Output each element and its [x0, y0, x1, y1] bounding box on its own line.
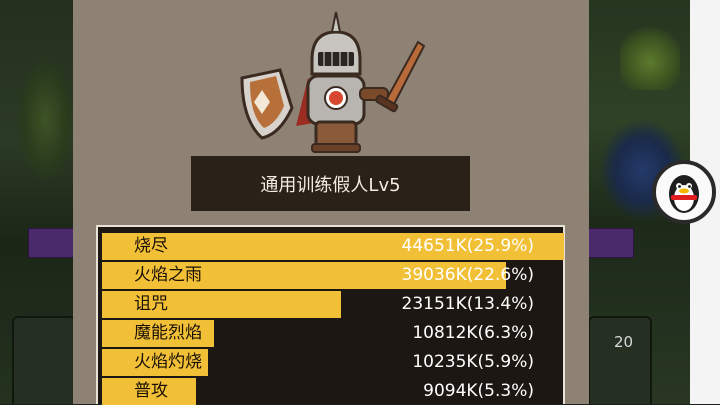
damage-row: 火焰灼烧 10235K(5.9%)	[102, 349, 564, 376]
penguin-avatar-icon[interactable]	[652, 160, 716, 224]
dummy-name-banner: 通用训练假人Lv5	[191, 156, 470, 211]
background-card-left	[12, 316, 76, 404]
damage-value: 44651K(25.9%)	[401, 236, 535, 256]
damage-row: 诅咒 23151K(13.4%)	[102, 291, 564, 318]
background-card-level: 20	[614, 333, 634, 351]
damage-row: 普攻 9094K(5.3%)	[102, 378, 564, 405]
damage-value: 10812K(6.3%)	[412, 323, 534, 343]
background-health-bar-right	[588, 228, 634, 258]
background-foliage-left	[18, 60, 73, 180]
damage-value: 10235K(5.9%)	[412, 352, 534, 372]
damage-value: 39036K(22.6%)	[401, 265, 535, 285]
damage-value: 23151K(13.4%)	[401, 294, 535, 314]
damage-breakdown-list: 烧尽 44651K(25.9%) 火焰之雨 39036K(22.6%) 诅咒 2…	[96, 225, 565, 405]
training-dummy-knight-icon	[236, 8, 436, 158]
damage-row: 烧尽 44651K(25.9%)	[102, 233, 564, 260]
skill-name: 诅咒	[134, 294, 168, 314]
damage-row: 火焰之雨 39036K(22.6%)	[102, 262, 564, 289]
background-card-right	[588, 316, 652, 404]
dummy-name: 通用训练假人Lv5	[260, 174, 401, 196]
damage-row: 魔能烈焰 10812K(6.3%)	[102, 320, 564, 347]
skill-name: 火焰灼烧	[134, 352, 202, 372]
skill-name: 烧尽	[134, 236, 168, 256]
background-foliage-right	[620, 20, 680, 90]
skill-name: 普攻	[134, 381, 168, 401]
skill-name: 火焰之雨	[134, 265, 202, 285]
damage-value: 9094K(5.3%)	[423, 381, 534, 401]
skill-name: 魔能烈焰	[134, 323, 202, 343]
